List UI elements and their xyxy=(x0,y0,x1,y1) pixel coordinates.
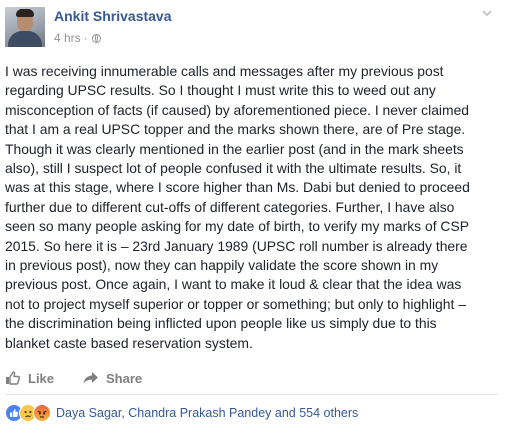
like-button[interactable]: Like xyxy=(5,370,54,386)
reactions-summary[interactable]: Daya Sagar, Chandra Prakash Pandey and 5… xyxy=(56,406,358,420)
post-meta: 4 hrs · xyxy=(54,31,101,45)
facebook-post: Ankit Shrivastava 4 hrs · I was receivin… xyxy=(0,0,505,439)
divider xyxy=(5,394,498,395)
avatar-shoulders xyxy=(8,31,42,47)
globe-icon[interactable] xyxy=(91,33,101,43)
share-button[interactable]: Share xyxy=(82,370,142,386)
author-name[interactable]: Ankit Shrivastava xyxy=(54,8,172,24)
divider xyxy=(5,360,498,361)
post-timestamp[interactable]: 4 hrs xyxy=(54,31,81,45)
reactions-bar[interactable]: Daya Sagar, Chandra Prakash Pandey and 5… xyxy=(5,404,358,422)
share-arrow-icon xyxy=(83,372,99,384)
angry-icon[interactable] xyxy=(33,404,51,422)
like-label: Like xyxy=(28,370,55,386)
post-actions: Like Share xyxy=(5,368,142,388)
avatar[interactable] xyxy=(5,7,45,47)
post-body: I was receiving innumerable calls and me… xyxy=(5,63,470,351)
avatar-hair xyxy=(16,9,34,17)
thumbs-up-icon xyxy=(6,371,20,385)
share-label: Share xyxy=(106,370,143,386)
reaction-icons xyxy=(5,404,51,422)
meta-separator: · xyxy=(83,31,88,45)
chevron-down-icon[interactable] xyxy=(481,7,493,19)
